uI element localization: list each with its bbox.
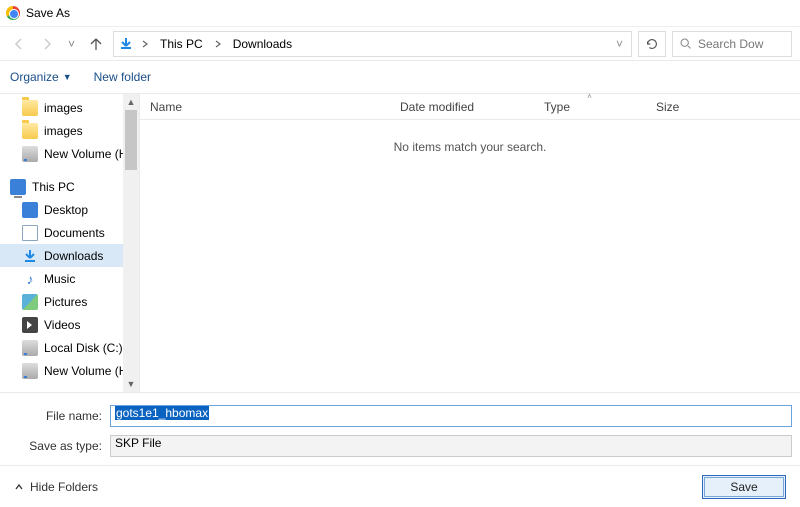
sidebar-item-downloads[interactable]: Downloads — [0, 244, 139, 267]
sidebar-item-label: Downloads — [44, 249, 103, 263]
filetype-select[interactable]: SKP File — [110, 435, 792, 457]
up-button[interactable] — [85, 33, 107, 55]
desktop-icon — [22, 202, 38, 218]
sidebar-item-documents[interactable]: Documents — [0, 221, 139, 244]
sort-indicator-icon: ˄ — [587, 92, 592, 101]
toolbar: Organize▼ New folder — [0, 60, 800, 94]
sidebar-item-music[interactable]: ♪ Music — [0, 267, 139, 290]
window-title: Save As — [26, 6, 70, 20]
drive-icon — [22, 340, 38, 356]
sidebar: images images New Volume (H: This PC Desktop… — [0, 94, 140, 392]
sidebar-item-videos[interactable]: Videos — [0, 313, 139, 336]
drive-icon — [22, 363, 38, 379]
sidebar-item-label: images — [44, 124, 83, 138]
sidebar-item-label: Local Disk (C:) — [44, 341, 123, 355]
col-name[interactable]: Name — [140, 94, 390, 119]
form-area: File name: gots1e1_hbomax Save as type: … — [0, 392, 800, 469]
crumb-this-pc[interactable]: This PC — [156, 35, 207, 53]
search-placeholder: Search Dow — [698, 37, 763, 51]
bottom-bar: Hide Folders Save — [0, 465, 800, 507]
file-pane: Name Date modified ˄Type Size No items m… — [140, 94, 800, 392]
forward-button[interactable] — [36, 33, 58, 55]
back-button[interactable] — [8, 33, 30, 55]
new-folder-button[interactable]: New folder — [94, 70, 151, 84]
search-input[interactable]: Search Dow — [672, 31, 792, 57]
filetype-label: Save as type: — [20, 439, 110, 453]
pictures-icon — [22, 294, 38, 310]
filename-input[interactable]: gots1e1_hbomax — [110, 405, 792, 427]
sidebar-scrollbar[interactable]: ▲ ▼ — [123, 94, 139, 392]
download-icon — [22, 248, 38, 264]
breadcrumb[interactable]: This PC Downloads ˅ — [113, 31, 632, 57]
title-bar: Save As — [0, 0, 800, 26]
column-headers: Name Date modified ˄Type Size — [140, 94, 800, 120]
sidebar-item-label: New Volume (H: — [44, 364, 131, 378]
col-type[interactable]: ˄Type — [534, 94, 646, 119]
music-icon: ♪ — [22, 271, 38, 287]
empty-message: No items match your search. — [140, 140, 800, 154]
filename-label: File name: — [20, 409, 110, 423]
videos-icon — [22, 317, 38, 333]
col-size[interactable]: Size — [646, 94, 728, 119]
sidebar-item-pictures[interactable]: Pictures — [0, 290, 139, 313]
folder-icon — [22, 100, 38, 116]
history-dropdown[interactable]: ˅ — [64, 37, 79, 51]
sidebar-item-label: Documents — [44, 226, 105, 240]
crumb-chevron-icon[interactable] — [213, 39, 223, 49]
main-area: images images New Volume (H: This PC Desktop… — [0, 94, 800, 392]
scroll-up-icon[interactable]: ▲ — [123, 94, 139, 110]
sidebar-item-this-pc[interactable]: This PC — [0, 175, 139, 198]
organize-button[interactable]: Organize▼ — [10, 70, 72, 84]
folder-icon — [22, 123, 38, 139]
sidebar-item-label: Videos — [44, 318, 80, 332]
refresh-button[interactable] — [638, 31, 666, 57]
col-date[interactable]: Date modified — [390, 94, 534, 119]
breadcrumb-dropdown[interactable]: ˅ — [612, 37, 627, 51]
chrome-icon — [6, 6, 20, 20]
crumb-downloads[interactable]: Downloads — [229, 35, 296, 53]
downloads-icon — [118, 36, 134, 52]
sidebar-item-desktop[interactable]: Desktop — [0, 198, 139, 221]
sidebar-item-images[interactable]: images — [0, 119, 139, 142]
document-icon — [22, 225, 38, 241]
pc-icon — [10, 179, 26, 195]
save-button[interactable]: Save — [702, 475, 786, 499]
search-icon — [679, 37, 692, 50]
sidebar-item-images[interactable]: images — [0, 96, 139, 119]
sidebar-item-label: Pictures — [44, 295, 87, 309]
sidebar-item-label: Desktop — [44, 203, 88, 217]
sidebar-item-local-disk-c-[interactable]: Local Disk (C:) — [0, 336, 139, 359]
scroll-thumb[interactable] — [125, 110, 137, 170]
sidebar-item-label: Music — [44, 272, 75, 286]
sidebar-item-new-volume-h-[interactable]: New Volume (H: — [0, 142, 139, 165]
sidebar-item-label: New Volume (H: — [44, 147, 131, 161]
drive-icon — [22, 146, 38, 162]
chevron-up-icon — [14, 482, 24, 492]
sidebar-item-new-volume-h-[interactable]: New Volume (H: — [0, 359, 139, 382]
scroll-down-icon[interactable]: ▼ — [123, 376, 139, 392]
nav-bar: ˅ This PC Downloads ˅ Search Dow — [0, 26, 800, 60]
sidebar-item-label: images — [44, 101, 83, 115]
hide-folders-button[interactable]: Hide Folders — [14, 480, 98, 494]
crumb-chevron-icon[interactable] — [140, 39, 150, 49]
sidebar-item-label: This PC — [32, 180, 75, 194]
